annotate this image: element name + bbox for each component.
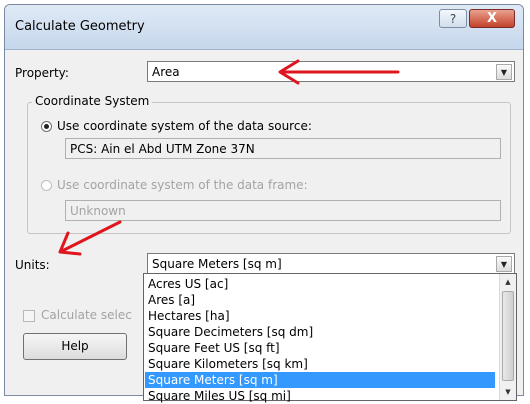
- arrow-to-property-icon: [278, 59, 400, 85]
- arrow-to-units-icon: [58, 220, 122, 256]
- annotation-arrows: [58, 59, 400, 256]
